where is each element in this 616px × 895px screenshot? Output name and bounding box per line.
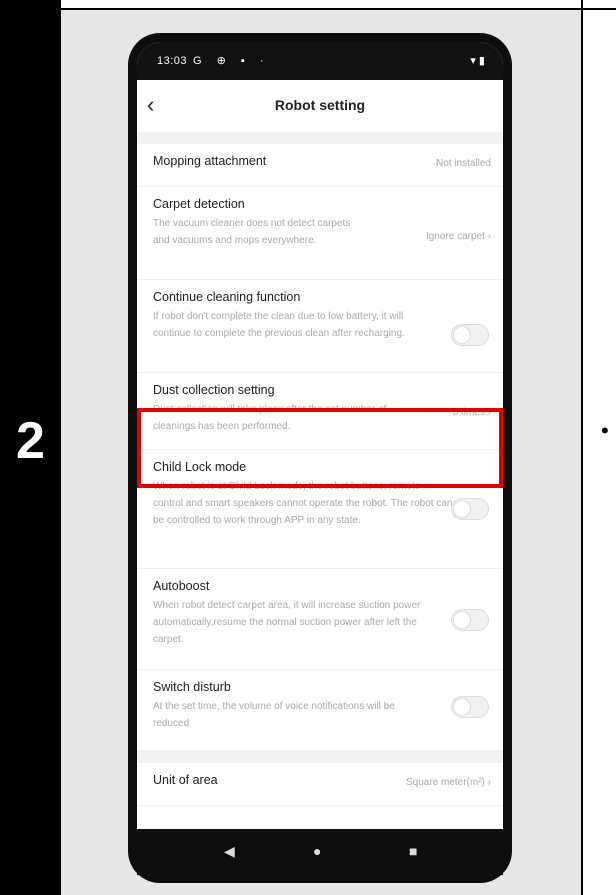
setting-description: If robot don't complete the clean due to…: [153, 311, 405, 339]
setting-title: Switch disturb: [153, 680, 231, 694]
setting-title: Carpet detection: [153, 197, 245, 211]
android-nav-bar: ◀ ● ■: [137, 829, 503, 875]
setting-title: Autoboost: [153, 579, 210, 593]
section-gap: [137, 132, 503, 144]
setting-dust-collection[interactable]: Dust collection setting Dust collection …: [137, 373, 503, 450]
autoboost-toggle[interactable]: [451, 609, 489, 631]
setting-description: When robot detect carpet area, it will i…: [153, 600, 421, 645]
setting-value: Not installed: [435, 158, 491, 169]
notification-icons: G ⊕ ▪ ·: [193, 55, 270, 67]
app-bar: ‹ Robot setting: [137, 80, 503, 132]
setting-mopping-attachment[interactable]: Mopping attachment Not installed: [137, 144, 503, 187]
bullet-icon: •: [601, 418, 609, 443]
toggle-knob: [453, 611, 471, 629]
section-gap: [137, 751, 503, 763]
nav-back-icon[interactable]: ◀: [224, 841, 235, 861]
column-divider: [581, 0, 583, 895]
chevron-right-icon: ›: [487, 777, 491, 788]
setting-description: At the set time, the volume of voice not…: [153, 701, 395, 729]
page-title: Robot setting: [274, 97, 366, 113]
chevron-right-icon: ›: [487, 407, 491, 418]
setting-unit-of-area[interactable]: Unit of area Square meter(m²) ›: [137, 763, 503, 806]
switch-disturb-toggle[interactable]: [451, 696, 489, 718]
setting-value: Ignore carpet ›: [425, 231, 491, 242]
nav-recents-icon[interactable]: ■: [409, 841, 417, 861]
continue-cleaning-toggle[interactable]: [451, 324, 489, 346]
nav-home-icon[interactable]: ●: [313, 841, 321, 861]
signal-battery-icon: ▾ ▮: [470, 55, 485, 67]
setting-title: Continue cleaning function: [153, 290, 301, 304]
setting-value: Square meter(m²) ›: [405, 777, 491, 788]
toggle-knob: [453, 698, 471, 716]
setting-autoboost: Autoboost When robot detect carpet area,…: [137, 569, 503, 670]
setting-value: 5 times ›: [452, 407, 491, 418]
setting-switch-disturb: Switch disturb At the set time, the volu…: [137, 670, 503, 751]
setting-description: The vacuum cleaner does not detect carpe…: [153, 218, 351, 246]
setting-title: Child Lock mode: [153, 460, 247, 474]
status-time: 13:03: [157, 55, 188, 67]
status-bar: 13:03 G ⊕ ▪ · ▾ ▮: [137, 42, 503, 80]
setting-child-lock: Child Lock mode When robot is at Child L…: [137, 450, 503, 569]
child-lock-toggle[interactable]: [451, 498, 489, 520]
setting-description: Dust collection will take place after th…: [153, 404, 387, 432]
setting-carpet-detection[interactable]: Carpet detection The vacuum cleaner does…: [137, 187, 503, 280]
phone-frame: 13:03 G ⊕ ▪ · ▾ ▮ ‹ Robot setting Moppin…: [128, 33, 512, 883]
toggle-knob: [453, 326, 471, 344]
step-number: 2: [16, 412, 45, 470]
phone-screen: 13:03 G ⊕ ▪ · ▾ ▮ ‹ Robot setting Moppin…: [137, 42, 503, 829]
setting-description: When robot is at Child Lock mode, the ro…: [153, 481, 453, 526]
setting-continue-cleaning: Continue cleaning function If robot don'…: [137, 280, 503, 373]
chevron-right-icon: ›: [487, 231, 491, 242]
toggle-knob: [453, 500, 471, 518]
setting-title: Dust collection setting: [153, 383, 275, 397]
